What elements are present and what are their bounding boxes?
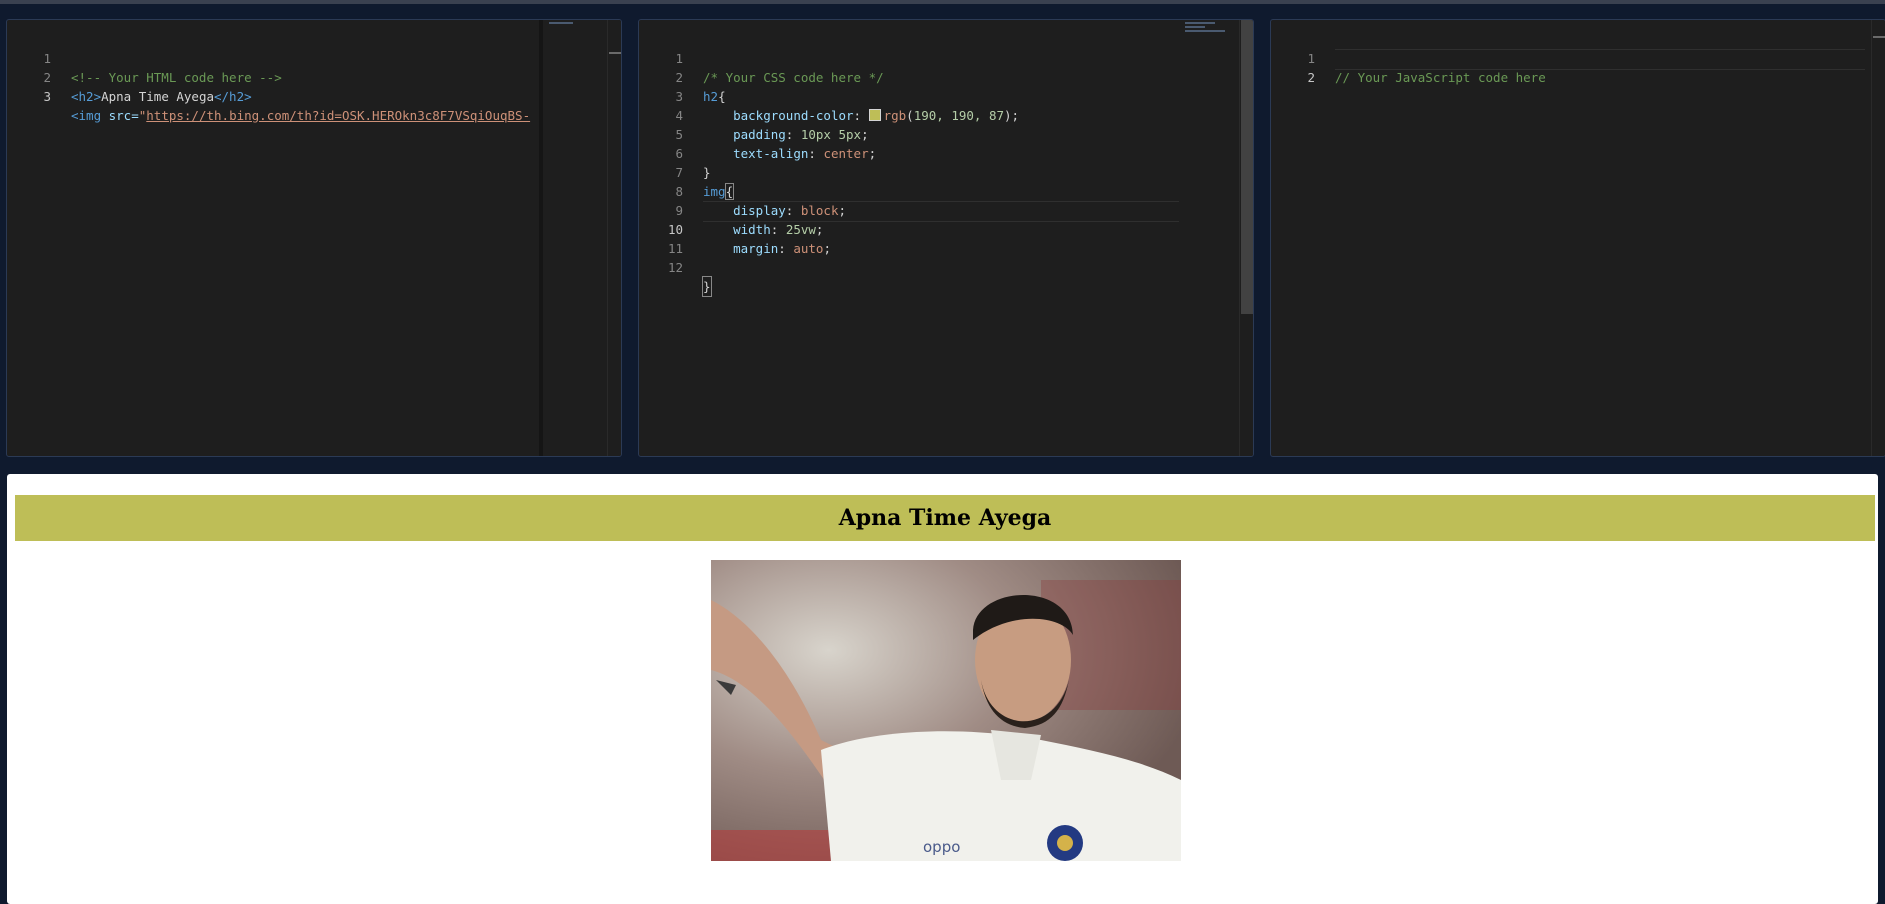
code-line: 2 h2{ [639,49,1253,104]
code-line: 6 } [639,125,1253,180]
code-line: 8 display: block; [639,163,1253,218]
js-scrollbar[interactable] [1871,20,1885,456]
code-line: 2 <h2>Apna Time Ayega</h2> [7,49,621,104]
code-line: 12 } [639,239,1253,297]
code-line: 1 // Your JavaScript code here [1271,30,1885,85]
code-line: 2 [1271,49,1885,85]
top-bar [0,0,1885,4]
line-number: 2 [1307,70,1315,85]
code-line: 7 img{ [639,144,1253,200]
preview-image: oppo [711,560,1181,861]
preview-heading: Apna Time Ayega [15,495,1875,541]
js-editor[interactable]: 1 // Your JavaScript code here 2 [1270,19,1885,457]
css-editor[interactable]: 1 /* Your CSS code here */ 2 h2{ 3 backg… [638,19,1254,457]
line-number: 3 [43,89,51,104]
js-comment: // Your JavaScript code here [1335,70,1546,85]
code-line: 4 padding: 10px 5px; [639,87,1253,142]
h2-close-tag: </h2> [214,89,252,104]
img-open-tag: <img [71,108,102,123]
img-src-attr: src= [101,108,139,123]
code-line: 3 <img src="https://th.bing.com/th?id=OS… [7,68,621,123]
html-minimap[interactable] [539,20,613,456]
code-line: 9 width: 25vw; [639,182,1253,237]
html-scrollbar[interactable] [607,20,621,456]
svg-text:oppo: oppo [923,838,960,856]
h2-text: Apna Time Ayega [101,89,214,104]
html-editor[interactable]: 1 <!-- Your HTML code here --> 2 <h2>Apn… [6,19,622,457]
brace: } [702,276,712,297]
css-code-area[interactable]: 1 /* Your CSS code here */ 2 h2{ 3 backg… [639,30,1253,297]
code-line: 3 background-color: rgb(190, 190, 87); [639,68,1253,123]
line-number: 12 [667,260,683,275]
code-line: 11 [639,220,1253,256]
js-code-area[interactable]: 1 // Your JavaScript code here 2 [1271,30,1885,85]
html-code-area[interactable]: 1 <!-- Your HTML code here --> 2 <h2>Apn… [7,30,621,123]
player-photo-icon: oppo [711,560,1181,861]
preview-pane[interactable]: Apna Time Ayega oppo [7,474,1878,904]
code-line: 1 <!-- Your HTML code here --> [7,30,621,85]
css-scrollbar[interactable] [1239,20,1253,456]
code-line: 1 /* Your CSS code here */ [639,30,1253,85]
img-src-url[interactable]: https://th.bing.com/th?id=OSK.HEROkn3c8F… [146,108,530,123]
code-line: 10 margin: auto; [639,201,1253,256]
h2-open-tag: <h2> [71,89,102,104]
code-line: 5 text-align: center; [639,106,1253,161]
